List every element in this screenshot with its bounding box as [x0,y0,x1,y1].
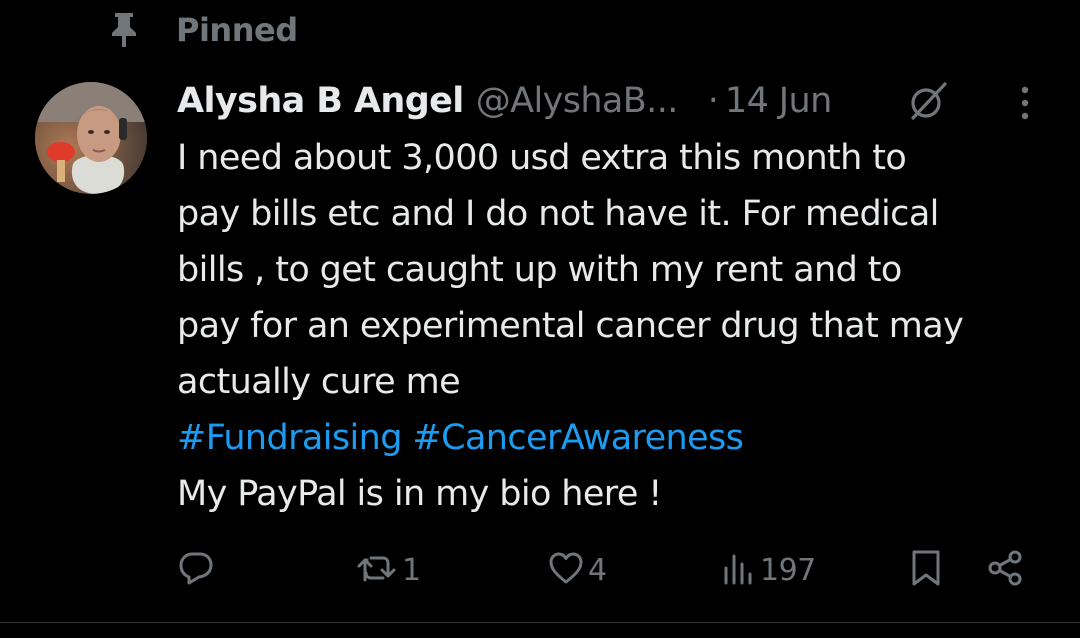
repost-icon [356,550,398,590]
pinned-indicator: Pinned [106,10,298,50]
divider [0,622,1080,623]
post-text-line: pay for an experimental cancer drug that… [177,306,964,346]
author-handle[interactable]: @AlyshaB... [476,81,679,121]
post-date[interactable]: 14 Jun [725,81,832,121]
heart-icon [548,551,584,589]
post-text-line: actually cure me [177,362,461,402]
repost-button[interactable]: 1 [356,544,421,596]
post-text-line: I need about 3,000 usd extra this month … [177,138,907,178]
bookmark-button[interactable] [910,544,942,596]
repost-count: 1 [402,552,421,588]
post-header: Alysha B Angel @AlyshaB... · 14 Jun [177,76,832,126]
reply-button[interactable] [178,544,218,596]
hashtag-cancer-awareness[interactable]: #CancerAwareness [412,418,744,458]
author-name[interactable]: Alysha B Angel [177,81,464,121]
views-button[interactable]: 197 [722,544,816,596]
share-button[interactable] [986,544,1024,596]
post-text-line: pay bills etc and I do not have it. For … [177,194,939,234]
hashtag-fundraising[interactable]: #Fundraising [177,418,402,458]
post-closing-line: My PayPal is in my bio here ! [177,474,662,514]
share-icon [986,549,1024,591]
post-text-line: bills , to get caught up with my rent an… [177,250,902,290]
pinned-label: Pinned [176,11,298,49]
grok-icon[interactable] [903,78,953,124]
date-separator: · [707,81,719,121]
pin-icon [106,10,142,50]
avatar[interactable] [35,82,147,194]
bookmark-icon [910,549,942,591]
like-count: 4 [588,552,607,588]
post-text: I need about 3,000 usd extra this month … [177,130,1057,522]
like-button[interactable]: 4 [548,544,607,596]
hashtag-line: #Fundraising #CancerAwareness [177,410,1057,466]
post-screen: Pinned Alysha B Angel @AlyshaB... · 14 J… [0,0,1080,638]
views-count: 197 [760,552,816,588]
action-bar: 1 4 197 [0,544,1080,596]
reply-icon [178,550,214,590]
views-icon [722,550,756,590]
more-options-icon[interactable] [1010,82,1040,124]
